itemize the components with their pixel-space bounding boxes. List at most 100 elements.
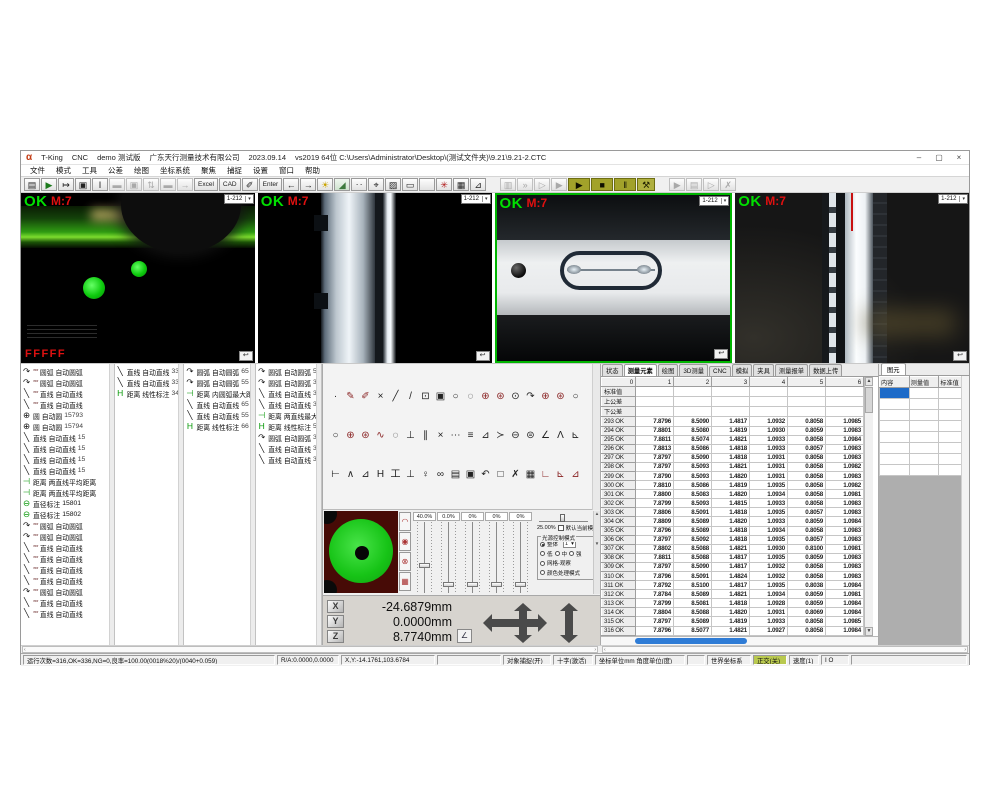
table-row[interactable]: 313 OK7.87998.50811.48181.09280.80591.09… — [602, 599, 864, 608]
light-button[interactable]: ☀ — [317, 178, 333, 191]
jog-z-arrow[interactable] — [565, 611, 573, 635]
light-slider[interactable]: 0% — [485, 512, 508, 593]
close-button[interactable]: × — [954, 153, 964, 162]
table-row[interactable]: 315 OK7.87978.50891.48191.09330.80581.09… — [602, 617, 864, 626]
list-item[interactable]: ╲直线自动直线32 — [256, 454, 316, 465]
save-button[interactable]: ▤ — [24, 178, 40, 191]
arrow-right-button[interactable]: → — [300, 178, 316, 191]
table-row[interactable]: 316 OK7.87968.50771.48211.09270.80581.09… — [602, 626, 864, 635]
tool-icon[interactable]: ⊛ — [358, 429, 373, 444]
tab-5[interactable]: CNC — [709, 366, 731, 376]
save-2-button[interactable]: ▥ — [500, 178, 516, 191]
settings-scrollbar[interactable]: ▲▼ — [593, 511, 600, 594]
list-item[interactable]: ↷***圆弧自动圆弧 — [21, 586, 109, 597]
enter-button[interactable]: Enter — [259, 178, 283, 191]
chart-button[interactable]: ⊿ — [470, 178, 486, 191]
tab-2[interactable]: 测量元素 — [624, 364, 657, 376]
list-item[interactable]: H距离线性标注55 — [256, 421, 316, 432]
list-item[interactable]: ↷圆弧自动圆弧35 — [256, 432, 316, 443]
tool-icon[interactable]: ∞ — [433, 468, 448, 483]
grid-vertical-scrollbar[interactable]: ▲ ▼ — [864, 377, 873, 636]
laser-star-button[interactable]: ✳ — [436, 178, 452, 191]
camera-expand-icon[interactable]: ↩ — [476, 351, 490, 361]
tool-icon[interactable]: × — [433, 429, 448, 444]
tool-icon[interactable]: ⊙ — [508, 390, 523, 405]
tool-icon[interactable]: ○ — [568, 390, 583, 405]
scroll-up-icon[interactable]: ▲ — [865, 377, 873, 386]
camera-expand-icon[interactable]: ↩ — [239, 351, 253, 361]
jog-arrow-pad[interactable] — [483, 602, 583, 644]
side-row[interactable] — [880, 454, 969, 465]
list-item[interactable]: ╲***直线自动直线 — [21, 399, 109, 410]
light-mode-icon[interactable]: ⊗ — [399, 552, 411, 571]
list-item[interactable]: ╲***直线自动直线 — [21, 608, 109, 619]
list-item[interactable]: ╲直线自动直线65 — [184, 399, 250, 410]
light-slider[interactable]: 0% — [509, 512, 532, 593]
side-row[interactable] — [880, 421, 969, 432]
list-item[interactable]: ╲***直线自动直线 — [21, 542, 109, 553]
table-row[interactable]: 314 OK7.88048.50881.48201.09310.80691.09… — [602, 608, 864, 617]
scroll-down-icon[interactable]: ▼ — [865, 627, 873, 636]
camera-view-1[interactable]: OK M:7 1-212▾ FFFFF ↩ — [21, 193, 255, 363]
menu-item[interactable]: 设置 — [253, 165, 268, 176]
jog-horizontal-arrow[interactable] — [492, 619, 538, 627]
table-row[interactable]: 294 OK7.88018.50801.48191.09300.80591.09… — [602, 426, 864, 435]
camera-view-4[interactable]: OK M:7 1-212▾ ↩ — [735, 193, 969, 363]
tool-icon[interactable]: ⊜ — [523, 429, 538, 444]
table-row[interactable]: 293 OK7.87968.50901.48171.09320.80581.09… — [602, 417, 864, 426]
tool-icon[interactable]: ⊢ — [328, 468, 343, 483]
table-row[interactable]: 310 OK7.87968.50911.48241.09320.80581.09… — [602, 572, 864, 581]
tool-icon[interactable]: ✗ — [508, 468, 523, 483]
scroll-left-icon[interactable]: ‹ — [604, 647, 606, 653]
tab-4[interactable]: 3D测量 — [679, 364, 708, 376]
list-item[interactable]: ↷***圆弧自动圆弧 — [21, 531, 109, 542]
list-item[interactable]: ↷圆弧自动圆弧65 — [184, 366, 250, 377]
light-mode-icon[interactable]: ▦ — [399, 572, 411, 591]
slider-track[interactable] — [413, 522, 436, 593]
tool-icon[interactable]: ▦ — [523, 468, 538, 483]
tool-icon[interactable]: ∟ — [538, 468, 553, 483]
excel-export-button[interactable]: Excel — [194, 178, 218, 191]
horizontal-scrollbar-right[interactable]: ‹› — [602, 646, 968, 653]
list-item[interactable]: ╲***直线自动直线 — [21, 388, 109, 399]
open-2-button[interactable]: ▷ — [534, 178, 550, 191]
tool-6-button[interactable]: ▬ — [109, 178, 125, 191]
list-item[interactable]: ╲直线自动直线32 — [256, 388, 316, 399]
tool-icon[interactable]: ↶ — [478, 468, 493, 483]
list-item[interactable]: ↷***圆弧自动圆弧 — [21, 366, 109, 377]
tool-icon[interactable]: ⊕ — [343, 429, 358, 444]
table-row[interactable]: 303 OK7.88068.50911.48181.09350.80571.09… — [602, 508, 864, 517]
move-button[interactable]: ↦ — [58, 178, 74, 191]
jog-vertical-arrow[interactable] — [519, 611, 527, 635]
tool-icon[interactable]: × — [373, 390, 388, 405]
list-item[interactable]: ╲***直线自动直线 — [21, 553, 109, 564]
tool-10-button[interactable]: → — [177, 178, 193, 191]
menu-item[interactable]: 聚焦 — [201, 165, 216, 176]
ring-light-indicator[interactable] — [324, 511, 398, 593]
grid-horizontal-scrollbar[interactable] — [601, 636, 878, 645]
list-item[interactable]: ╲***直线自动直线 — [21, 564, 109, 575]
menu-item[interactable]: 绘图 — [134, 165, 149, 176]
list-item[interactable]: ↷***圆弧自动圆弧 — [21, 377, 109, 388]
chevron-down-icon[interactable]: ▾ — [721, 198, 727, 204]
arrow-left-button[interactable]: ← — [283, 178, 299, 191]
slider-track[interactable] — [437, 522, 460, 593]
tool-icon[interactable]: ◌ — [463, 390, 478, 405]
menu-item[interactable]: 窗口 — [279, 165, 294, 176]
menu-item[interactable]: 帮助 — [305, 165, 320, 176]
run-button[interactable]: ▶ — [568, 178, 590, 191]
radio-high[interactable] — [569, 551, 574, 556]
table-row[interactable]: 308 OK7.88118.50881.48171.09350.80591.09… — [602, 553, 864, 562]
table-row[interactable]: 302 OK7.87998.50931.48151.09330.80581.09… — [602, 499, 864, 508]
tool-8-button[interactable]: ⇅ — [143, 178, 159, 191]
table-row[interactable]: 298 OK7.87978.50931.48211.09310.80581.09… — [602, 462, 864, 471]
list-item[interactable]: ╲直线自动直线33 — [115, 366, 179, 377]
camera-expand-icon[interactable]: ↩ — [714, 349, 728, 359]
hatch-button[interactable]: ▨ — [385, 178, 401, 191]
tool-icon[interactable]: ▤ — [448, 468, 463, 483]
menu-item[interactable]: 捕捉 — [227, 165, 242, 176]
table-row[interactable]: 304 OK7.88098.50891.48201.09330.80591.09… — [602, 517, 864, 526]
edge-button[interactable]: I — [92, 178, 108, 191]
radio-low[interactable] — [540, 551, 545, 556]
tab-8[interactable]: 测量报单 — [775, 364, 808, 376]
